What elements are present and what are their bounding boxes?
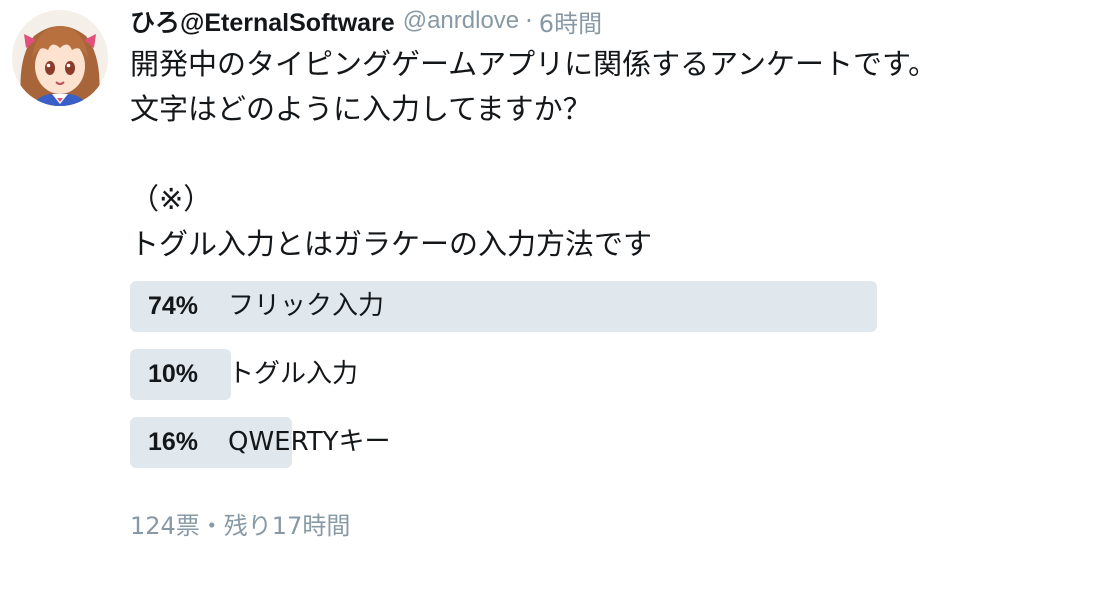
poll-percent: 10% xyxy=(148,360,199,388)
tweet-timestamp[interactable]: 6時間 xyxy=(539,4,602,39)
tweet-text-line: トグル入力とはガラケーの入力方法です xyxy=(130,227,653,261)
tweet-text: 開発中のタイピングゲームアプリに関係するアンケートです。 文字はどのように入力し… xyxy=(130,42,1090,267)
poll-option-label: フリック入力 xyxy=(228,291,385,321)
poll-percent: 16% xyxy=(148,428,199,456)
tweet-text-line: 文字はどのように入力してますか？ xyxy=(130,92,592,126)
poll-option-qwerty: 16% QWERTYキー xyxy=(130,417,1030,468)
tweet-text-line xyxy=(130,132,1090,177)
poll-option-toggle: 10% トグル入力 xyxy=(130,349,1030,400)
header-separator: · xyxy=(525,7,533,35)
poll-option-label: QWERTYキー xyxy=(228,427,391,457)
avatar[interactable] xyxy=(12,10,108,106)
poll-footer: 124票・残り17時間 xyxy=(130,512,351,540)
poll: 74% フリック入力 10% トグル入力 16% QWERTYキー xyxy=(130,281,1030,485)
tweet-text-line: （※） xyxy=(130,182,213,216)
user-handle[interactable]: @anrdlove xyxy=(403,7,519,35)
anime-girl-avatar-icon xyxy=(12,10,108,106)
tweet-text-line: 開発中のタイピングゲームアプリに関係するアンケートです。 xyxy=(130,47,938,81)
poll-option-flick: 74% フリック入力 xyxy=(130,281,1030,332)
poll-percent: 74% xyxy=(148,292,199,320)
tweet-header: ひろ@EternalSoftware @anrdlove · 6時間 xyxy=(130,4,602,38)
poll-option-label: トグル入力 xyxy=(228,359,359,389)
display-name[interactable]: ひろ@EternalSoftware xyxy=(130,3,395,39)
